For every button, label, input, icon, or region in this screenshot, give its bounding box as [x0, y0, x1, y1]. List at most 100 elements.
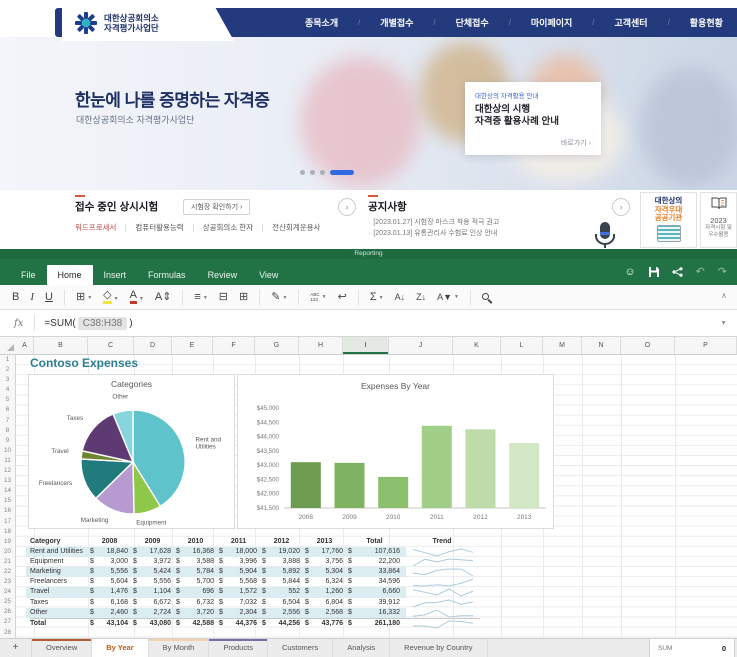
exam-link[interactable]: 컴퓨터활용능력: [135, 222, 183, 233]
collapse-ribbon-icon[interactable]: ∧: [721, 291, 727, 300]
number-format-button[interactable]: ABC123▼: [310, 292, 326, 302]
row-header-16[interactable]: 16: [0, 506, 15, 516]
column-header-G[interactable]: G: [255, 337, 299, 354]
site-logo[interactable]: 대한상공회의소 자격평가사업단: [62, 4, 234, 41]
banner-exam-guide[interactable]: 2023 자격시험 및우수활용: [700, 192, 737, 248]
news-item[interactable]: [2023.01.27] 시험장 마스크 착용 적극 권고: [368, 217, 499, 227]
news-more-button[interactable]: ›: [612, 198, 630, 216]
table-total-row[interactable]: Total$43,104$43,080$42,588$44,376$44,256…: [30, 618, 480, 628]
ribbon-tab-insert[interactable]: Insert: [93, 265, 138, 285]
bar-2012[interactable]: [466, 429, 496, 508]
news-item[interactable]: [2023.01.13] 유통관리사 수험료 인상 안내: [368, 228, 497, 238]
column-header-E[interactable]: E: [172, 337, 213, 354]
undo-icon[interactable]: ↶: [696, 267, 705, 278]
column-header-L[interactable]: L: [501, 337, 543, 354]
column-header-H[interactable]: H: [299, 337, 343, 354]
nav-item-2[interactable]: 개별접수: [380, 16, 413, 29]
row-header-2[interactable]: 2: [0, 365, 15, 375]
share-icon[interactable]: [672, 267, 683, 277]
row-header-10[interactable]: 10: [0, 446, 15, 456]
row-header-11[interactable]: 11: [0, 456, 15, 466]
cell-edit-button[interactable]: ✎▼: [271, 292, 287, 303]
bar-2011[interactable]: [422, 426, 452, 508]
row-header-20[interactable]: 20: [0, 547, 15, 557]
column-header-F[interactable]: F: [213, 337, 255, 354]
row-header-17[interactable]: 17: [0, 517, 15, 527]
row-header-14[interactable]: 14: [0, 486, 15, 496]
row-header-27[interactable]: 27: [0, 617, 15, 627]
font-size-button[interactable]: A⇕: [155, 292, 172, 303]
nav-item-1[interactable]: 종목소개: [305, 16, 338, 29]
carousel-dot[interactable]: [310, 170, 315, 175]
merge-cells-button[interactable]: ⊟: [219, 292, 228, 303]
bar-chart-card[interactable]: Expenses By Year $41,500$42,000$42,500$4…: [237, 374, 554, 529]
exam-link[interactable]: 상공회의소 한자: [203, 222, 253, 233]
row-header-1[interactable]: 1: [0, 355, 15, 365]
italic-button[interactable]: I: [30, 292, 34, 303]
sort-ascending-button[interactable]: A↓: [395, 293, 406, 302]
check-exam-site-button[interactable]: 시험장 확인하기 ›: [183, 199, 250, 215]
table-row[interactable]: Travel$1,476$1,104$696$1,572$552$1,260$6…: [30, 587, 480, 597]
ribbon-tab-file[interactable]: File: [10, 265, 47, 285]
bar-2008[interactable]: [291, 462, 321, 508]
formula-bar-expand-icon[interactable]: ▼: [720, 320, 727, 327]
font-color-button[interactable]: A▼: [130, 290, 144, 304]
column-header-K[interactable]: K: [453, 337, 501, 354]
row-header-13[interactable]: 13: [0, 476, 15, 486]
sheet-tab-by-year[interactable]: By Year: [92, 639, 148, 657]
row-header-18[interactable]: 18: [0, 527, 15, 537]
banner-public-agency[interactable]: 대한상의자격우대공공기관: [640, 192, 697, 248]
row-header-24[interactable]: 24: [0, 587, 15, 597]
row-header-23[interactable]: 23: [0, 577, 15, 587]
select-all-corner[interactable]: [0, 337, 16, 354]
autosum-button[interactable]: Σ▼: [370, 292, 384, 303]
row-header-22[interactable]: 22: [0, 567, 15, 577]
bold-button[interactable]: B: [12, 292, 19, 303]
exam-link[interactable]: 전산회계운용사: [272, 222, 320, 233]
column-header-C[interactable]: C: [88, 337, 134, 354]
promo-card-go-link[interactable]: 바로가기 ›: [561, 138, 591, 148]
format-as-table-button[interactable]: ⊞: [239, 292, 248, 303]
column-header-M[interactable]: M: [543, 337, 582, 354]
ribbon-tab-review[interactable]: Review: [197, 265, 249, 285]
formula-range[interactable]: C38:H38: [78, 317, 127, 330]
row-header-5[interactable]: 5: [0, 395, 15, 405]
table-row[interactable]: Marketing$5,556$5,424$5,784$5,904$5,892$…: [30, 567, 480, 577]
fx-icon[interactable]: fx: [14, 318, 23, 329]
sheet-tab-customers[interactable]: Customers: [268, 639, 333, 657]
row-header-21[interactable]: 21: [0, 557, 15, 567]
row-header-25[interactable]: 25: [0, 597, 15, 607]
row-header-4[interactable]: 4: [0, 385, 15, 395]
sort-descending-button[interactable]: Z↓: [416, 293, 426, 302]
row-header-15[interactable]: 15: [0, 496, 15, 506]
column-header-P[interactable]: P: [675, 337, 737, 354]
feedback-smiley-icon[interactable]: ☺: [624, 267, 635, 278]
column-header-J[interactable]: J: [389, 337, 453, 354]
ribbon-tab-home[interactable]: Home: [47, 265, 93, 285]
row-header-28[interactable]: 28: [0, 628, 15, 638]
formula-input[interactable]: =SUM( C38:H38 ): [44, 317, 132, 330]
borders-button[interactable]: ⊞▼: [76, 292, 92, 303]
sheet-tab-products[interactable]: Products: [209, 639, 268, 657]
exam-link[interactable]: 워드프로세서: [75, 222, 116, 233]
table-row[interactable]: Freelancers$5,604$5,556$5,700$5,568$5,84…: [30, 577, 480, 587]
bar-2010[interactable]: [378, 477, 408, 508]
column-header-B[interactable]: B: [34, 337, 88, 354]
row-header-7[interactable]: 7: [0, 416, 15, 426]
row-header-6[interactable]: 6: [0, 405, 15, 415]
spreadsheet-grid[interactable]: 1234567891011121314151617181920212223242…: [0, 355, 737, 638]
carousel-dot[interactable]: [320, 170, 325, 175]
sheet-tab-revenue-by-country[interactable]: Revenue by Country: [390, 639, 487, 657]
row-header-9[interactable]: 9: [0, 436, 15, 446]
bar-2009[interactable]: [335, 463, 365, 508]
row-header-26[interactable]: 26: [0, 607, 15, 617]
add-sheet-button[interactable]: +: [0, 639, 32, 657]
carousel-dot[interactable]: [300, 170, 305, 175]
nav-item-5[interactable]: 고객센터: [614, 16, 647, 29]
nav-item-3[interactable]: 단체접수: [456, 16, 489, 29]
column-header-A[interactable]: A: [16, 337, 34, 354]
fill-color-button[interactable]: ◇▼: [103, 290, 118, 304]
nav-item-4[interactable]: 마이페이지: [531, 16, 572, 29]
column-header-O[interactable]: O: [621, 337, 675, 354]
column-header-I[interactable]: I: [343, 337, 389, 354]
